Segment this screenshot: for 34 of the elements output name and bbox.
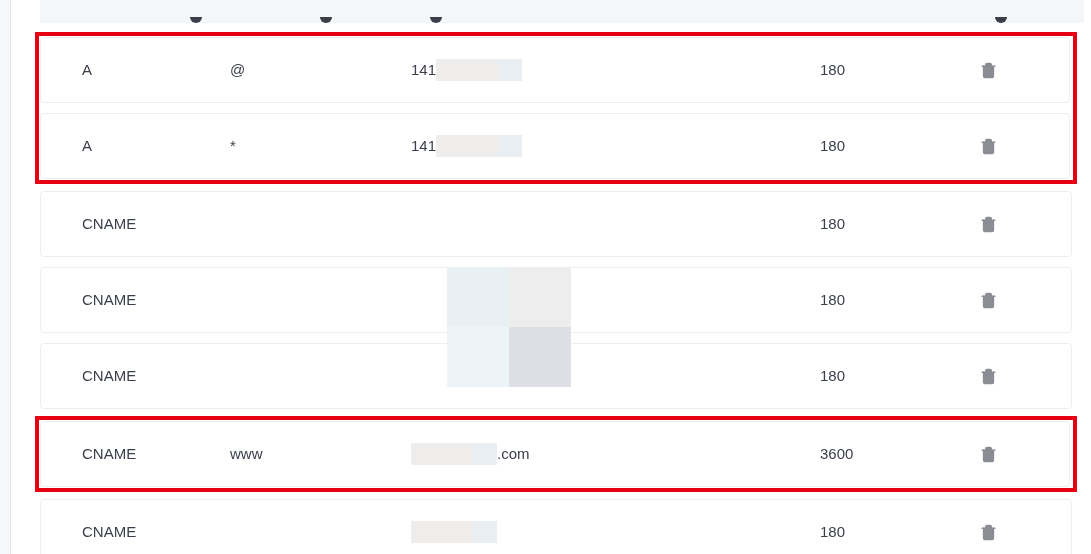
record-name: *: [230, 136, 236, 154]
trash-icon: [980, 61, 997, 79]
record-type: CNAME: [82, 289, 138, 310]
record-type: A: [82, 59, 93, 80]
delete-button[interactable]: [980, 61, 997, 79]
delete-button[interactable]: [980, 215, 997, 233]
record-type: CNAME: [82, 443, 138, 464]
record-value: 141: [411, 59, 437, 80]
ttl-value: 180: [820, 365, 847, 386]
record-type: CNAME: [82, 213, 138, 234]
record-type: A: [82, 135, 93, 156]
record-name: @: [230, 60, 246, 78]
ttl-value: 180: [820, 59, 847, 80]
record-value: 141: [411, 135, 437, 156]
trash-icon: [980, 367, 997, 385]
delete-button[interactable]: [980, 445, 997, 463]
delete-button[interactable]: [980, 523, 997, 541]
record-name: www: [230, 444, 263, 462]
record-type: CNAME: [82, 521, 138, 542]
trash-icon: [980, 137, 997, 155]
record-value: .com: [497, 443, 530, 464]
ttl-value: 180: [820, 289, 847, 310]
trash-icon: [980, 523, 997, 541]
ttl-value: 3600: [820, 443, 855, 464]
delete-button[interactable]: [980, 367, 997, 385]
trash-icon: [980, 445, 997, 463]
ttl-value: 180: [820, 521, 847, 542]
trash-icon: [980, 291, 997, 309]
delete-button[interactable]: [980, 291, 997, 309]
ttl-value: 180: [820, 213, 847, 234]
trash-icon: [980, 215, 997, 233]
delete-button[interactable]: [980, 137, 997, 155]
record-type: CNAME: [82, 365, 138, 386]
ttl-value: 180: [820, 135, 847, 156]
